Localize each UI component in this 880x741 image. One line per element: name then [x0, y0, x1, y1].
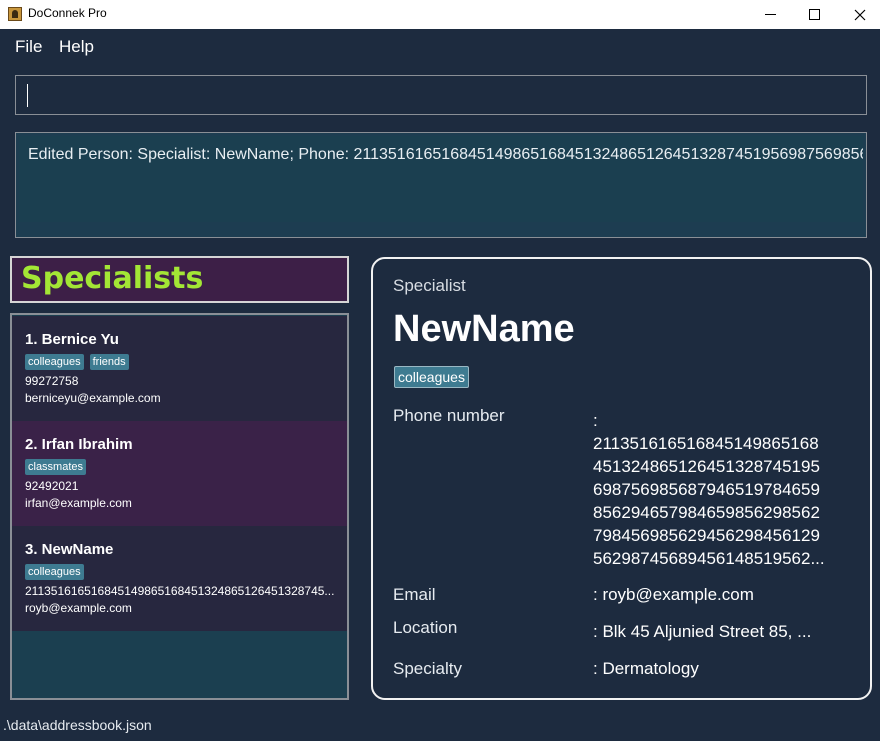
specialty-label: Specialty — [393, 659, 462, 678]
result-display-inner: Edited Person: Specialist: NewName; Phon… — [19, 136, 863, 234]
menu-bar: File Help — [0, 29, 880, 65]
minimize-icon — [764, 14, 776, 15]
list-item[interactable]: 3. NewName colleagues 211351616516845149… — [12, 526, 347, 631]
tag: classmates — [25, 459, 87, 475]
card-email: royb@example.com — [25, 601, 132, 615]
close-button[interactable] — [837, 0, 880, 29]
list-item[interactable]: 2. Irfan Ibrahim classmates 92492021 irf… — [12, 421, 347, 526]
card-phone: 92492021 — [25, 479, 79, 493]
detail-panel: Specialist NewName colleagues Phone numb… — [371, 257, 872, 700]
list-header: Specialists — [10, 256, 349, 303]
email-value: : royb@example.com — [593, 585, 754, 604]
command-input[interactable] — [15, 75, 867, 115]
card-email: berniceyu@example.com — [25, 391, 161, 405]
menu-help[interactable]: Help — [59, 37, 94, 57]
maximize-button[interactable] — [791, 0, 837, 29]
card-tags: classmates — [25, 459, 87, 475]
card-name: 3. NewName — [25, 541, 114, 558]
person-list: 1. Bernice Yu colleagues friends 9927275… — [10, 313, 349, 700]
result-text: Edited Person: Specialist: NewName; Phon… — [28, 146, 863, 163]
specialty-value: : Dermatology — [593, 659, 699, 678]
tag: colleagues — [25, 354, 84, 370]
text-caret — [27, 84, 28, 107]
detail-name: NewName — [393, 308, 575, 350]
email-label: Email — [393, 585, 436, 604]
phone-label: Phone number — [393, 406, 505, 425]
location-value: : Blk 45 Aljunied Street 85, ... — [593, 622, 812, 641]
card-name: 2. Irfan Ibrahim — [25, 436, 133, 453]
tag: friends — [89, 354, 129, 370]
list-title: Specialists — [21, 261, 204, 296]
list-item[interactable]: 1. Bernice Yu colleagues friends 9927275… — [12, 316, 347, 421]
card-email: irfan@example.com — [25, 496, 132, 510]
card-phone: 99272758 — [25, 374, 79, 388]
title-bar: DoConnek Pro — [0, 0, 880, 29]
tag: colleagues — [25, 564, 84, 580]
menu-file[interactable]: File — [15, 37, 42, 57]
status-bar: .\data\addressbook.json — [0, 713, 880, 741]
detail-type: Specialist — [393, 276, 466, 295]
result-scrollbar[interactable] — [19, 222, 863, 234]
window-title: DoConnek Pro — [28, 6, 107, 20]
minimize-button[interactable] — [747, 0, 793, 29]
card-tags: colleagues friends — [25, 354, 129, 370]
location-label: Location — [393, 618, 458, 637]
result-display: Edited Person: Specialist: NewName; Phon… — [15, 132, 867, 238]
status-path: .\data\addressbook.json — [3, 717, 152, 733]
maximize-icon — [808, 9, 820, 20]
card-name: 1. Bernice Yu — [25, 331, 119, 348]
card-phone: 2113516165168451498651684513248651264513… — [25, 584, 335, 598]
detail-tag: colleagues — [394, 366, 469, 388]
card-tags: colleagues — [25, 564, 84, 580]
phone-value: : 211351616516845149865168 4513248651264… — [593, 411, 825, 568]
app-icon — [8, 7, 22, 21]
close-icon — [854, 9, 866, 20]
